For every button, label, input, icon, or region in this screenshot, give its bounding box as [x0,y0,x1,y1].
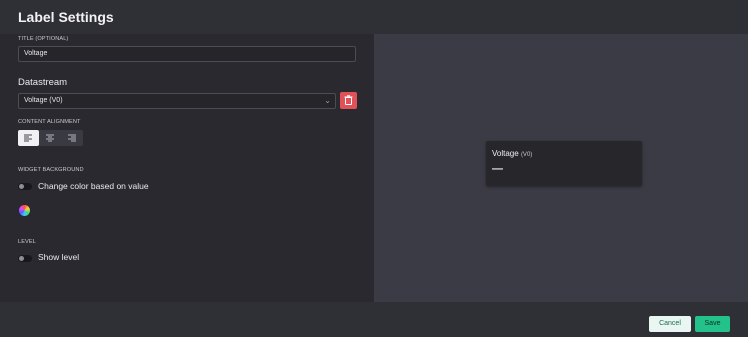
datastream-select-value: Voltage (V0) [24,97,63,104]
widget-background-label: WIDGET BACKGROUND [18,167,84,173]
widget-preview-value: — [492,163,503,175]
align-left-button[interactable] [18,130,39,146]
datastream-heading: Datastream [18,77,68,88]
chevron-down-icon: ⌄ [324,96,331,105]
title-input[interactable]: Voltage [18,46,356,62]
align-right-icon [68,134,76,142]
save-button[interactable]: Save [695,316,730,332]
widget-preview-title: Voltage (V0) [492,149,532,158]
title-field-label: TITLE (OPTIONAL) [18,36,69,42]
align-left-icon [24,134,32,142]
dialog-title: Label Settings [18,9,114,25]
color-by-value-label: Change color based on value [38,181,149,191]
cancel-button[interactable]: Cancel [649,316,691,332]
align-center-icon [46,134,54,142]
align-right-button[interactable] [62,130,83,146]
level-label: LEVEL [18,239,36,245]
dialog-header: Label Settings [0,0,748,34]
widget-preview-name: Voltage [492,149,519,158]
widget-preview-card: Voltage (V0) — [486,141,642,186]
show-level-label: Show level [38,252,80,262]
color-by-value-toggle[interactable] [18,183,32,190]
trash-icon [344,95,353,105]
delete-datastream-button[interactable] [340,92,357,109]
dialog-footer [0,302,748,337]
show-level-toggle[interactable] [18,255,32,262]
alignment-group [18,130,83,146]
toggle-knob [19,256,24,261]
color-wheel-icon[interactable] [19,205,30,216]
datastream-select[interactable]: Voltage (V0) ⌄ [18,93,336,109]
align-center-button[interactable] [40,130,61,146]
widget-preview-pin: (V0) [520,152,533,158]
toggle-knob [19,184,24,189]
content-alignment-label: CONTENT ALIGNMENT [18,119,81,125]
